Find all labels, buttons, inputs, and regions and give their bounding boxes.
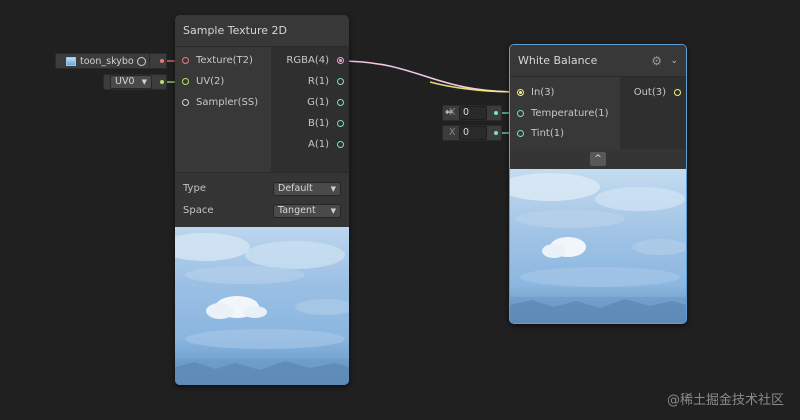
object-picker-icon[interactable]: [137, 57, 146, 66]
temperature-field-port-dot: [494, 111, 498, 115]
port-label: Temperature(1): [531, 108, 609, 119]
input-port-temperature[interactable]: Temperature(1): [510, 104, 620, 124]
sky-texture-image: [175, 227, 349, 385]
wire-rgba-to-in: [338, 60, 521, 93]
tint-value-box[interactable]: 0: [459, 126, 487, 140]
output-port-rgba[interactable]: RGBA(4): [271, 51, 349, 71]
uv-channel-field[interactable]: UV0 ▼: [103, 74, 167, 90]
uv-field-port-dot: [160, 80, 164, 84]
texture-field-divider: [149, 54, 150, 68]
space-dropdown-value: Tangent: [278, 205, 316, 216]
port-label: B(1): [307, 118, 329, 129]
port-label: In(3): [531, 87, 555, 98]
port-dot[interactable]: [337, 57, 344, 64]
input-port-uv[interactable]: UV(2): [175, 72, 270, 92]
node-title[interactable]: White Balance ⚙ ⌄: [510, 45, 686, 77]
output-port-b[interactable]: B(1): [271, 114, 349, 134]
input-port-tint[interactable]: Tint(1): [510, 124, 620, 144]
port-dot[interactable]: [337, 78, 344, 85]
type-label: Type: [183, 183, 206, 194]
port-dot[interactable]: [182, 57, 189, 64]
port-label: Out(3): [633, 87, 666, 98]
space-label: Space: [183, 205, 214, 216]
node-title[interactable]: Sample Texture 2D: [175, 15, 349, 47]
preview-collapse-bar: ^: [510, 149, 686, 169]
port-dot[interactable]: [674, 89, 681, 96]
type-dropdown-value: Default: [278, 183, 313, 194]
port-label: RGBA(4): [286, 55, 329, 66]
space-dropdown[interactable]: Tangent ▼: [273, 204, 341, 218]
chevron-down-icon: ▼: [141, 78, 147, 86]
output-port-out[interactable]: Out(3): [620, 83, 686, 103]
uv-dropdown[interactable]: UV0 ▼: [110, 75, 152, 89]
input-port-in[interactable]: In(3): [510, 83, 620, 103]
texture-icon: [66, 57, 76, 66]
input-ports: In(3) Temperature(1) Tint(1): [510, 77, 620, 149]
temperature-value-box[interactable]: 0: [459, 106, 487, 120]
white-balance-node[interactable]: White Balance ⚙ ⌄ In(3) Temperature(1) T…: [509, 44, 687, 324]
collapse-preview-button[interactable]: ^: [590, 152, 606, 166]
texture-field-value: toon_skybo: [80, 56, 134, 67]
input-ports: Texture(T2) UV(2) Sampler(SS): [175, 47, 270, 172]
uv-dropdown-value: UV0: [115, 76, 135, 87]
texture-field-port-dot: [160, 59, 164, 63]
node-properties: Type Default ▼ Space Tangent ▼: [175, 172, 349, 227]
output-ports: RGBA(4) R(1) G(1) B(1) A(1): [271, 47, 349, 172]
input-port-sampler[interactable]: Sampler(SS): [175, 93, 270, 113]
tint-axis-label: X: [449, 127, 456, 138]
wire-rgba-to-in-overlay: [429, 81, 521, 93]
port-label: Sampler(SS): [196, 97, 259, 108]
tint-field-port-dot: [494, 131, 498, 135]
port-label: G(1): [307, 97, 329, 108]
port-dot[interactable]: [182, 99, 189, 106]
port-label: R(1): [307, 76, 329, 87]
port-dot[interactable]: [517, 130, 524, 137]
tint-input-field[interactable]: X 0: [442, 125, 502, 141]
chevron-down-icon: ▼: [330, 185, 336, 193]
sample-texture-2d-node[interactable]: Sample Texture 2D Texture(T2) UV(2) Samp…: [175, 15, 349, 385]
input-port-texture[interactable]: Texture(T2): [175, 51, 270, 71]
sky-preview-image: [510, 169, 686, 323]
type-dropdown[interactable]: Default ▼: [273, 182, 341, 196]
port-label: Texture(T2): [196, 55, 253, 66]
output-ports: Out(3): [620, 77, 686, 149]
white-balance-preview: [510, 169, 686, 323]
port-label: UV(2): [196, 76, 225, 87]
temperature-value: 0: [463, 107, 470, 118]
port-dot[interactable]: [337, 99, 344, 106]
output-port-a[interactable]: A(1): [271, 135, 349, 155]
output-port-g[interactable]: G(1): [271, 93, 349, 113]
watermark: @稀土掘金技术社区: [666, 393, 784, 408]
port-label: A(1): [307, 139, 329, 150]
chevron-down-icon: ▼: [330, 207, 336, 215]
port-dot[interactable]: [182, 78, 189, 85]
gear-icon[interactable]: ⚙: [651, 45, 662, 77]
port-label: Tint(1): [531, 128, 565, 139]
port-dot[interactable]: [517, 89, 524, 96]
tint-value: 0: [463, 127, 470, 138]
temperature-input-field[interactable]: ⇔ X 0: [442, 105, 502, 121]
output-port-r[interactable]: R(1): [271, 72, 349, 92]
node-title-text: White Balance: [518, 54, 598, 67]
texture-preview: [175, 227, 349, 385]
port-dot[interactable]: [337, 120, 344, 127]
chevron-down-icon[interactable]: ⌄: [670, 45, 678, 77]
port-dot[interactable]: [517, 110, 524, 117]
temperature-axis-label: X: [449, 107, 456, 118]
texture-object-field[interactable]: toon_skybo: [55, 53, 167, 69]
port-dot[interactable]: [337, 141, 344, 148]
